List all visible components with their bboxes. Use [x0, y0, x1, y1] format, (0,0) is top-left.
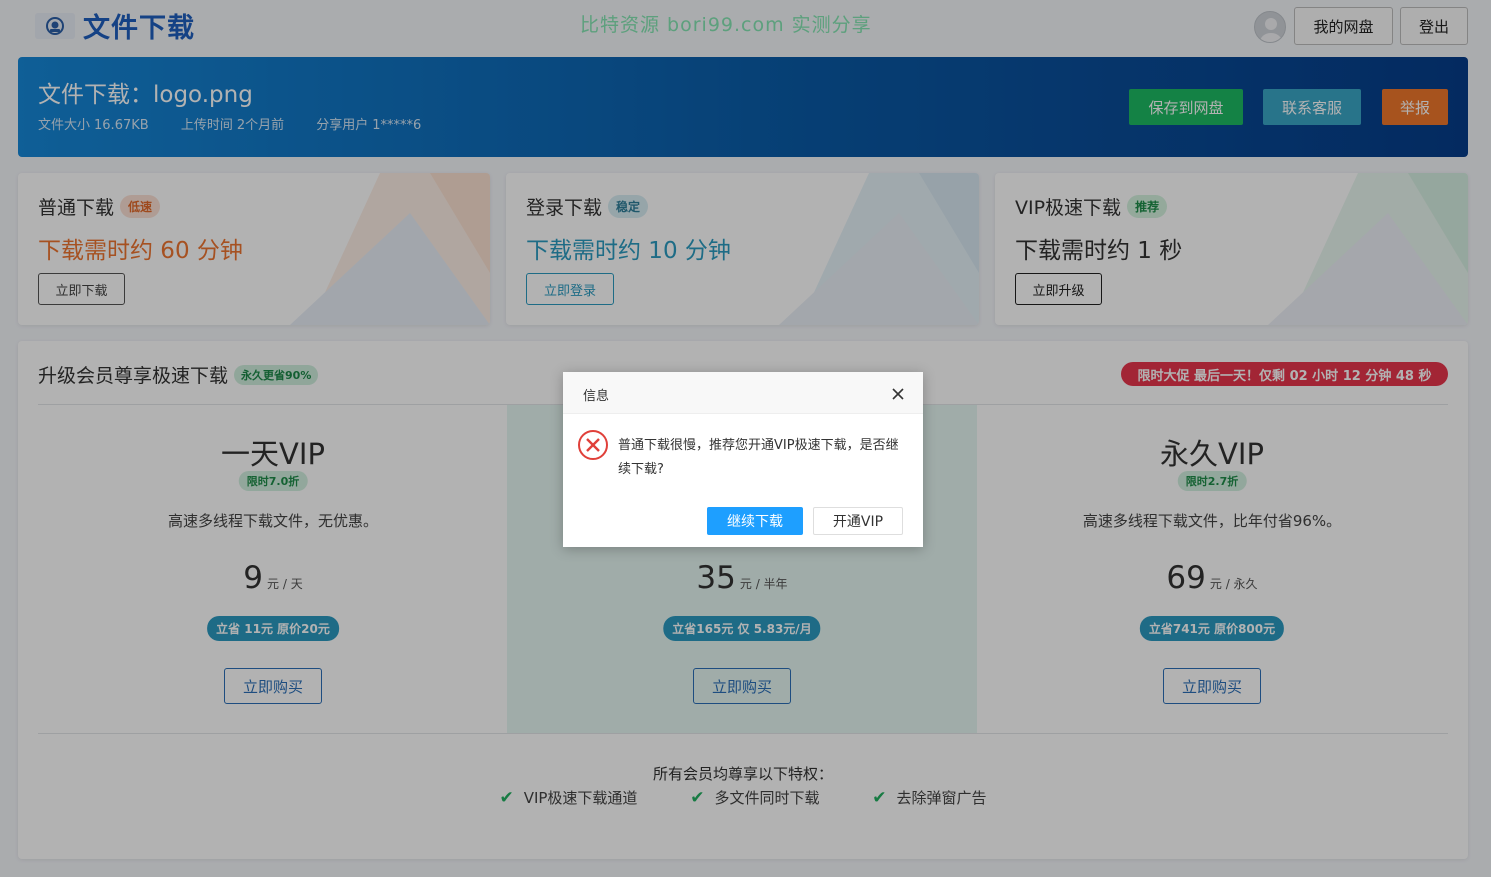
error-icon: [578, 430, 608, 460]
dialog-title: 信息: [583, 389, 610, 404]
dialog-header: 信息: [563, 372, 923, 414]
open-vip-button[interactable]: 开通VIP: [813, 507, 903, 535]
close-icon[interactable]: [889, 385, 907, 403]
info-dialog: 信息 普通下载很慢，推荐您开通VIP极速下载，是否继续下载? 继续下载 开通VI…: [563, 372, 923, 547]
continue-download-button[interactable]: 继续下载: [707, 507, 803, 535]
dialog-message: 普通下载很慢，推荐您开通VIP极速下载，是否继续下载?: [618, 438, 899, 477]
page: 文件下载 比特资源 bori99.com 实测分享 我的网盘 登出 文件下载：l…: [0, 0, 1491, 877]
